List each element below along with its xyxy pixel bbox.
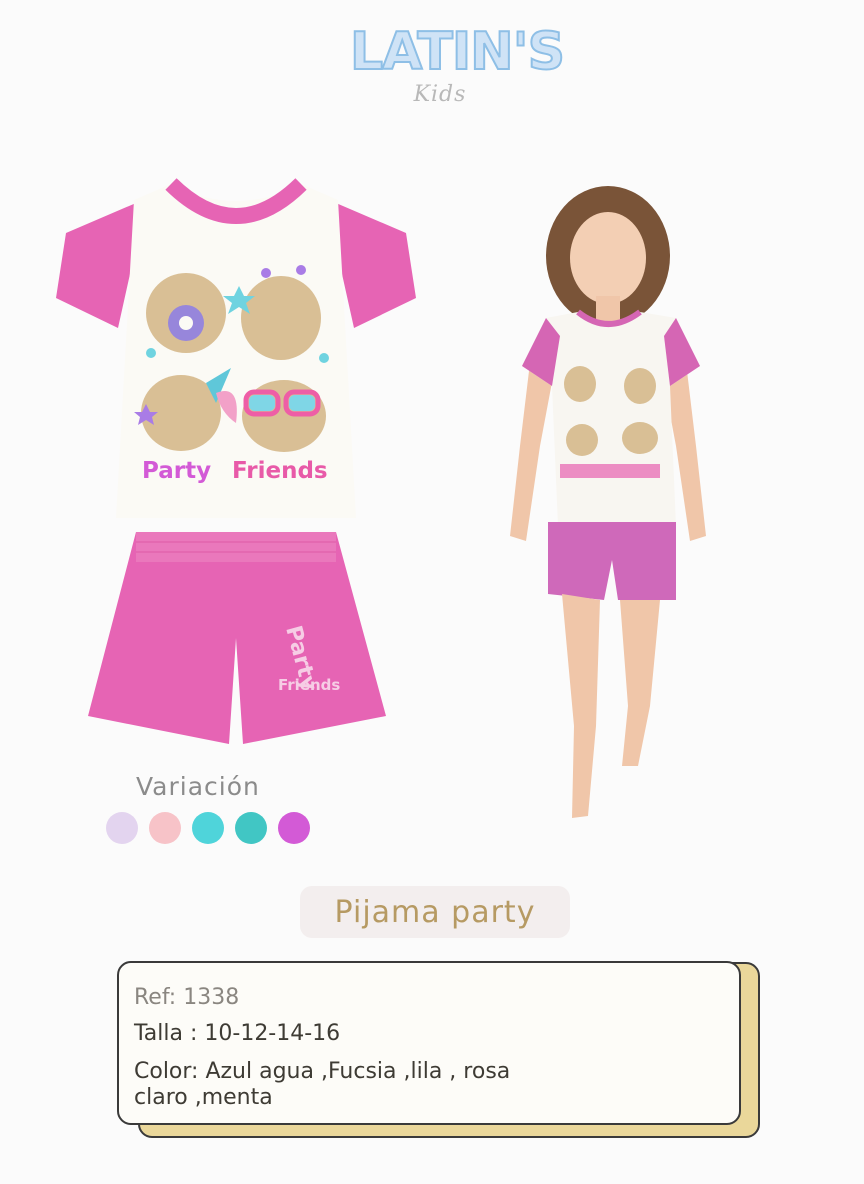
swatch-fucsia[interactable] xyxy=(278,812,310,844)
details-card: Ref: 1338 Talla : 10-12-14-16 Color: Azu… xyxy=(117,961,741,1125)
model-photo xyxy=(500,186,720,836)
colors-list: Color: Azul agua ,Fucsia ,lila , rosa cl… xyxy=(134,1059,511,1110)
sizes: Talla : 10-12-14-16 xyxy=(134,1021,341,1046)
swatch-lila[interactable] xyxy=(106,812,138,844)
reference-number: Ref: 1338 xyxy=(134,985,240,1010)
brand-logo: LATIN'S Kids xyxy=(349,14,566,110)
brand-name: LATIN'S xyxy=(349,21,566,83)
shirt-print-word1: Party xyxy=(142,458,211,484)
brand-subtitle: Kids xyxy=(413,82,467,107)
swatch-azul-agua[interactable] xyxy=(192,812,224,844)
color-swatches xyxy=(106,812,310,844)
shirt-image: Party Friends xyxy=(56,178,416,524)
swatch-menta[interactable] xyxy=(235,812,267,844)
swatch-rosa-claro[interactable] xyxy=(149,812,181,844)
variation-label: Variación xyxy=(136,772,260,801)
shorts-print-word2: Friends xyxy=(278,676,340,694)
product-title: Pijama party xyxy=(300,886,570,938)
shirt-print-word2: Friends xyxy=(232,458,328,484)
shorts-image: Party Friends xyxy=(88,528,386,746)
